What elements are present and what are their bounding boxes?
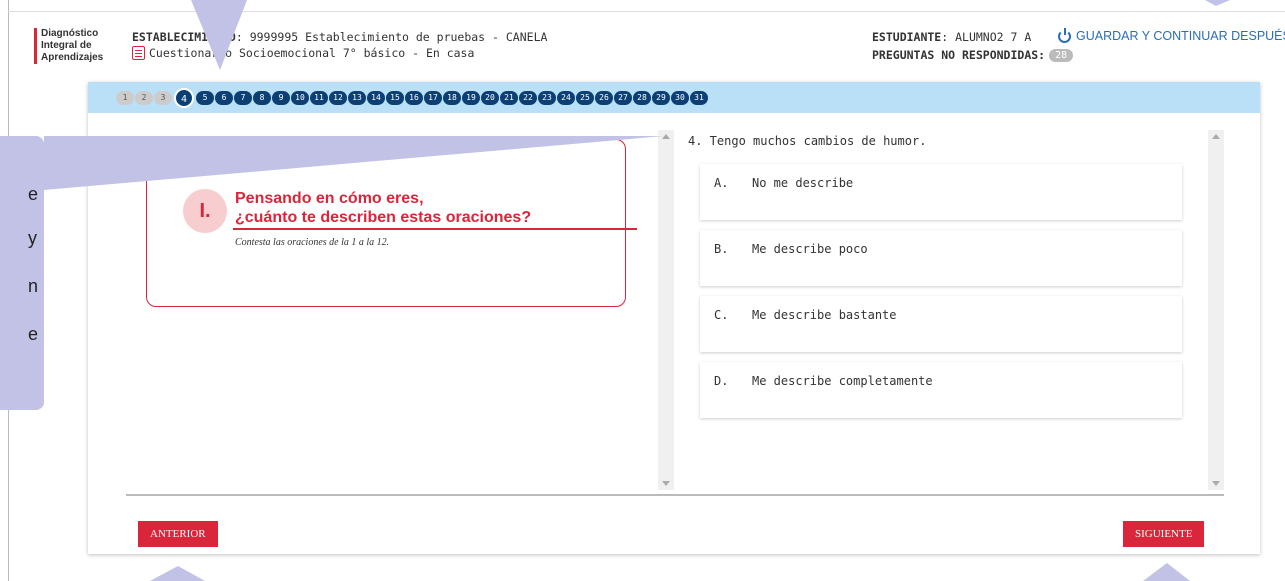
tutorial-text-fragment: y — [28, 228, 37, 248]
tutorial-text-fragment: e — [28, 184, 39, 204]
tutorial-pointer-bottom-right — [1143, 563, 1190, 581]
tutorial-pointer-top — [191, 0, 247, 70]
tutorial-text-fragment: e — [28, 324, 39, 344]
tutorial-callout: e y n e — [0, 136, 44, 410]
tutorial-pointer-top-right — [1205, 0, 1230, 6]
tutorial-pointer-bottom-left — [150, 566, 205, 581]
tutorial-pointers — [44, 0, 1230, 581]
tutorial-callout-pointer — [44, 136, 664, 190]
tutorial-text-fragment: n — [28, 276, 39, 296]
